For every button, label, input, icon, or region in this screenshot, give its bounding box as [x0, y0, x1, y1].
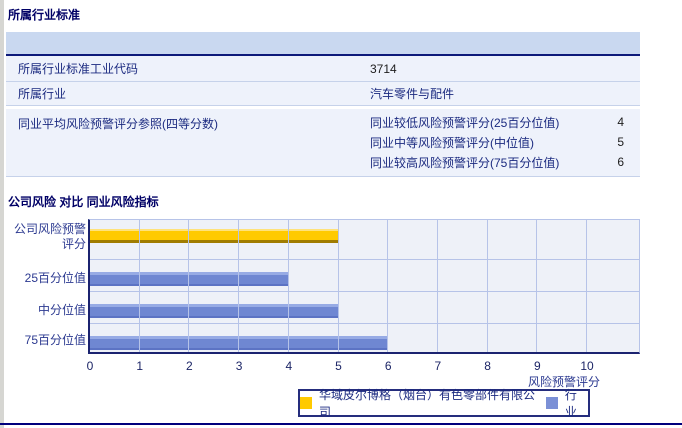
- peer-low-value: 4: [594, 115, 640, 129]
- x-tick-label: 7: [425, 359, 451, 373]
- row-separator-gridline: [90, 323, 639, 324]
- section-title-industry-standard: 所属行业标准: [8, 6, 80, 23]
- industry-value: 汽车零件与配件: [370, 85, 640, 102]
- vertical-gridline: [487, 220, 488, 352]
- x-tick-label: 5: [326, 359, 352, 373]
- industry-legend-swatch-icon: [546, 397, 558, 409]
- table-row-sic-code: 所属行业标准工业代码 3714: [6, 56, 640, 82]
- table-row-industry: 所属行业 汽车零件与配件: [6, 82, 640, 106]
- company-legend-label: 华域皮尔博格（烟台）有色零部件有限公司: [319, 386, 539, 420]
- table-row: 同业中等风险预警评分(中位值) 5: [370, 132, 640, 152]
- row-separator-gridline: [90, 291, 639, 292]
- table-row: 同业较低风险预警评分(25百分位值) 4: [370, 112, 640, 132]
- peer-median-value: 5: [594, 135, 640, 149]
- y-category-75th-percentile: 75百分位值: [6, 333, 86, 348]
- x-tick-label: 10: [574, 359, 600, 373]
- company-score-bar: [90, 229, 339, 243]
- peer-high-label: 同业较高风险预警评分(75百分位值): [370, 154, 594, 171]
- vertical-gridline: [536, 220, 537, 352]
- industry-label: 所属行业: [6, 85, 370, 102]
- peer-average-label: 同业平均风险预警评分参照(四等分数): [6, 112, 370, 132]
- median-industry-bar: [90, 304, 339, 318]
- vertical-gridline: [188, 220, 189, 352]
- peer-median-label: 同业中等风险预警评分(中位值): [370, 134, 594, 151]
- y-category-company-score: 公司风险预警评分: [6, 222, 86, 252]
- x-tick-label: 9: [524, 359, 550, 373]
- table-header-bar: [6, 32, 640, 56]
- peer-sub-table: 同业较低风险预警评分(25百分位值) 4 同业中等风险预警评分(中位值) 5 同…: [370, 112, 640, 172]
- x-axis-tick-labels: 012345678910: [88, 359, 640, 373]
- x-tick-label: 4: [276, 359, 302, 373]
- table-row: 同业较高风险预警评分(75百分位值) 6: [370, 152, 640, 172]
- company-legend-swatch-icon: [300, 397, 312, 409]
- x-tick-label: 1: [127, 359, 153, 373]
- vertical-gridline: [437, 220, 438, 352]
- x-tick-label: 3: [226, 359, 252, 373]
- row-separator-gridline: [90, 259, 639, 260]
- y-category-25th-percentile: 25百分位值: [6, 271, 86, 286]
- x-tick-label: 8: [475, 359, 501, 373]
- vertical-gridline: [586, 220, 587, 352]
- vertical-gridline: [238, 220, 239, 352]
- chart-legend: 华域皮尔博格（烟台）有色零部件有限公司 行业: [298, 389, 590, 417]
- table-row-peer-scores: 同业平均风险预警评分参照(四等分数) 同业较低风险预警评分(25百分位值) 4 …: [6, 109, 640, 177]
- peer-low-label: 同业较低风险预警评分(25百分位值): [370, 114, 594, 131]
- vertical-gridline: [338, 220, 339, 352]
- vertical-gridline: [288, 220, 289, 352]
- x-tick-label: 2: [176, 359, 202, 373]
- industry-standard-table: 所属行业标准工业代码 3714 所属行业 汽车零件与配件 同业平均风险预警评分参…: [6, 32, 640, 177]
- p25-industry-bar: [90, 272, 289, 286]
- bar-chart-plot-area: [88, 219, 640, 354]
- x-tick-label: 6: [375, 359, 401, 373]
- p75-industry-bar: [90, 336, 388, 350]
- sic-code-value: 3714: [370, 62, 640, 76]
- x-tick-label: 0: [77, 359, 103, 373]
- window-left-border: [0, 0, 4, 428]
- vertical-gridline: [139, 220, 140, 352]
- section-title-risk-comparison: 公司风险 对比 同业风险指标: [8, 193, 159, 210]
- page-bottom-divider: [0, 423, 682, 425]
- vertical-gridline: [387, 220, 388, 352]
- sic-code-label: 所属行业标准工业代码: [6, 60, 370, 77]
- peer-high-value: 6: [594, 155, 640, 169]
- y-category-median: 中分位值: [6, 303, 86, 318]
- industry-legend-label: 行业: [565, 386, 588, 420]
